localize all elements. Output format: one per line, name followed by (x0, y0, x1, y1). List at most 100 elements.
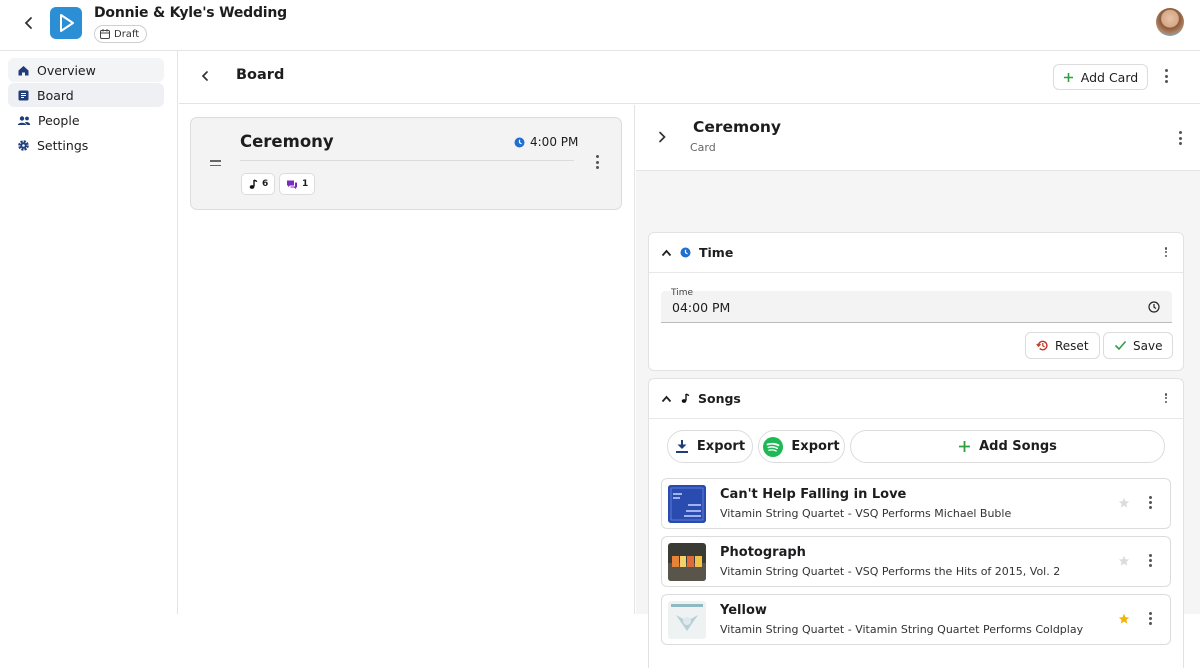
download-icon (675, 440, 688, 453)
song-title: Photograph (720, 545, 806, 560)
songs-more-button[interactable] (1164, 393, 1168, 403)
app-title: Donnie & Kyle's Wedding (94, 5, 287, 21)
music-note-icon (249, 178, 258, 189)
songs-section-header[interactable]: Songs (649, 379, 1183, 419)
app-header: Donnie & Kyle's Wedding Draft (0, 0, 1200, 51)
board-back-button[interactable] (198, 69, 212, 83)
card-more-button[interactable] (594, 155, 600, 169)
song-more-button[interactable] (1147, 554, 1153, 567)
add-songs-button[interactable]: Add Songs (850, 430, 1165, 463)
song-artist: Vitamin String Quartet - Vitamin String … (720, 623, 1084, 636)
clock-icon (514, 137, 525, 147)
song-row[interactable]: Can't Help Falling in Love Vitamin Strin… (661, 478, 1171, 529)
add-songs-label: Add Songs (979, 439, 1057, 454)
save-button[interactable]: Save (1103, 332, 1174, 359)
detail-header: Ceremony Card (636, 105, 1200, 171)
album-art-vsq-2015 (668, 543, 706, 581)
board-icon (18, 90, 29, 100)
card-time-label: 4:00 PM (530, 135, 579, 149)
comment-count: 1 (302, 179, 309, 189)
drag-handle-icon[interactable] (210, 160, 221, 169)
page-title: Board (236, 67, 285, 83)
chevron-up-icon[interactable] (661, 249, 672, 257)
sidebar-item-settings[interactable]: Settings (8, 133, 164, 157)
detail-title: Ceremony (693, 118, 781, 136)
spotify-icon (763, 436, 784, 457)
export-spotify-label: Export (791, 439, 840, 454)
calendar-edit-icon (100, 29, 110, 39)
detail-more-button[interactable] (1177, 131, 1183, 145)
board-more-button[interactable] (1163, 69, 1169, 83)
export-spotify-button[interactable]: Export (758, 430, 845, 463)
sidebar: Overview Board People Settings (0, 51, 178, 614)
star-icon[interactable] (1118, 555, 1130, 567)
music-note-icon (681, 393, 690, 403)
song-row[interactable]: Photograph Vitamin String Quartet - VSQ … (661, 536, 1171, 587)
time-field-value: 04:00 PM (672, 300, 731, 315)
album-art-vsq-coldplay (668, 601, 706, 639)
clock-outline-icon[interactable] (1148, 301, 1160, 313)
add-card-label: Add Card (1080, 69, 1139, 85)
sidebar-item-people[interactable]: People (8, 108, 164, 132)
time-section: Time Time 04:00 PM Reset Save (648, 232, 1184, 371)
comment-icon (287, 180, 297, 189)
chevron-right-icon (659, 131, 666, 143)
avatar[interactable] (1156, 8, 1184, 36)
song-row[interactable]: Yellow Vitamin String Quartet - Vitamin … (661, 594, 1171, 645)
save-label: Save (1133, 338, 1163, 353)
album-art (668, 485, 706, 523)
board-toolbar: Board Add Card (179, 51, 1200, 104)
export-download-button[interactable]: Export (667, 430, 753, 463)
song-artist: Vitamin String Quartet - VSQ Performs Mi… (720, 507, 1012, 520)
songs-section-title: Songs (698, 391, 741, 406)
home-icon (18, 65, 29, 75)
sidebar-item-label: Overview (37, 62, 96, 78)
clock-icon (680, 247, 691, 258)
plus-icon (959, 441, 971, 452)
song-count: 6 (262, 179, 269, 189)
add-card-button[interactable]: Add Card (1053, 64, 1148, 90)
time-field[interactable]: Time 04:00 PM (661, 288, 1172, 323)
time-section-title: Time (699, 245, 734, 260)
sidebar-item-label: Board (37, 87, 74, 103)
card-time: 4:00 PM (514, 135, 578, 149)
plus-icon (1063, 72, 1073, 82)
people-icon (17, 115, 31, 125)
sidebar-item-label: Settings (37, 137, 89, 153)
collapse-detail-button[interactable] (656, 130, 668, 144)
chevron-up-icon[interactable] (661, 395, 672, 403)
ceremony-card[interactable]: Ceremony 4:00 PM 6 1 (190, 117, 622, 210)
songs-section: Songs Export Export Add Songs Can't Help… (648, 378, 1184, 668)
song-title: Can't Help Falling in Love (720, 487, 907, 502)
comment-count-chip[interactable]: 1 (279, 173, 316, 195)
sidebar-item-board[interactable]: Board (8, 83, 164, 107)
song-more-button[interactable] (1147, 496, 1153, 509)
divider (240, 160, 574, 161)
gear-icon (18, 139, 29, 151)
song-title: Yellow (720, 603, 767, 618)
status-badge[interactable]: Draft (94, 25, 148, 43)
export-download-label: Export (696, 439, 746, 454)
check-icon (1114, 340, 1127, 351)
back-button[interactable] (20, 14, 38, 32)
star-icon[interactable] (1118, 497, 1130, 509)
card-title: Ceremony (240, 132, 334, 151)
star-icon[interactable] (1118, 613, 1130, 625)
time-field-label: Time (671, 288, 694, 298)
reset-label: Reset (1055, 338, 1089, 353)
play-logo-icon (60, 14, 74, 32)
time-section-header[interactable]: Time (649, 233, 1183, 273)
card-detail-panel: Ceremony Card Time Time 04:00 PM Reset S… (636, 105, 1200, 668)
chevron-left-icon (24, 17, 32, 29)
album-art (668, 543, 706, 581)
app-logo (50, 7, 82, 39)
time-more-button[interactable] (1164, 247, 1168, 257)
history-icon (1036, 340, 1048, 351)
sidebar-item-label: People (38, 112, 80, 128)
album-art-vsq-buble (668, 485, 706, 523)
reset-button[interactable]: Reset (1025, 332, 1100, 359)
board-column: Ceremony 4:00 PM 6 1 (179, 105, 635, 614)
song-count-chip[interactable]: 6 (241, 173, 276, 195)
sidebar-item-overview[interactable]: Overview (8, 58, 164, 82)
main-area: Board Add Card Ceremony 4:00 PM 6 1 Cere… (179, 51, 1200, 668)
